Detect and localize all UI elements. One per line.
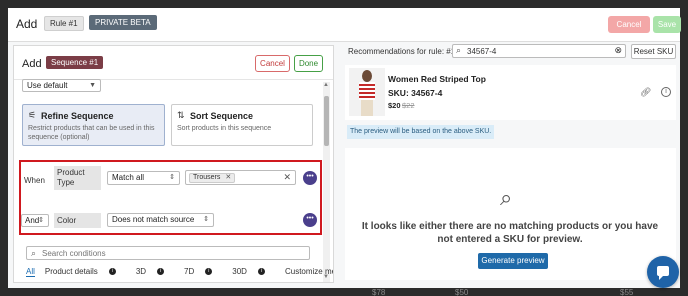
filter-icon: ⚟ [28,110,37,120]
rule-badge: Rule #1 [44,16,84,31]
sequence-panel: Add Sequence #1 Cancel Done Use default … [13,45,334,283]
remove-tag-icon[interactable]: ✕ [225,174,231,181]
chat-widget-button[interactable] [647,256,679,288]
condition-operator-value: Match all [112,173,145,182]
tab-all[interactable]: All [26,267,35,277]
condition-filter-tabs: All Product details i 3D i 7D i 30D i Customize m… [26,267,333,277]
sequence-done-button[interactable]: Done [294,55,323,72]
default-select-value: Use default [27,81,68,90]
condition-operator-value: Does not match source [112,215,195,224]
sort-sequence-card[interactable]: ⇅ Sort Sequence Sort products in this se… [171,104,313,146]
card-title: Sort Sequence [190,111,254,121]
sku-search-field[interactable]: ⌕ 34567-4 ⊗ [452,44,626,58]
rule-cancel-button[interactable]: Cancel [608,16,650,33]
modal-title: Add [16,17,38,31]
rule-modal-header: Add Rule #1 PRIVATE BETA Cancel Save [8,8,681,42]
generate-preview-button[interactable]: Generate preview [478,253,548,269]
preview-note: The preview will be based on the above S… [347,125,494,139]
updown-icon: ⇕ [169,174,175,181]
more-options-button[interactable]: ••• [303,171,317,185]
tag-label: Trousers [193,174,221,181]
search-icon: ⌕ [456,45,462,55]
scroll-up-icon[interactable]: ▲ [323,82,329,88]
background-price: $50 [455,288,469,296]
tab-3d[interactable]: 3D i [136,267,174,276]
clear-icon[interactable]: ⊗ [614,45,622,56]
tab-label: Product details [44,267,98,276]
info-icon[interactable]: i [661,87,671,97]
sequence-cancel-button[interactable]: Cancel [255,55,290,72]
tab-label: 30D [232,267,247,276]
refine-sequence-card[interactable]: ⚟ Refine Sequence Restrict products that… [22,104,165,146]
tab-7d[interactable]: 7D i [184,267,222,276]
card-description: Restrict products that can be used in th… [28,125,155,141]
tab-30d[interactable]: 30D i [232,267,275,276]
recommendations-label: Recommendations for rule: #1 [348,47,456,56]
condition-value-tagbox[interactable]: Trousers ✕ ✕ [185,170,296,185]
more-options-button[interactable]: ••• [303,213,317,227]
empty-state-message: It looks like either there are no matchi… [361,221,659,245]
card-title: Refine Sequence [41,111,114,121]
clear-icon[interactable]: ✕ [283,172,291,183]
tab-label: 3D [135,267,147,276]
sort-icon: ⇅ [177,110,185,120]
search-conditions-input[interactable] [42,248,302,258]
rule-save-button[interactable]: Save [653,16,681,33]
chat-icon [657,266,669,280]
search-icon: ⌕ [500,185,513,210]
info-icon: i [205,268,213,276]
product-card: Women Red Striped Top SKU: 34567-4 $20 $… [345,65,676,120]
product-price: $20 [388,101,401,110]
search-icon: ⌕ [31,248,37,258]
info-icon: i [108,268,116,276]
info-icon: i [157,268,165,276]
updown-icon: ⇕ [38,217,44,224]
reset-sku-button[interactable]: Reset SKU [631,44,676,59]
product-sku: SKU: 34567-4 [388,88,443,98]
tag-chip: Trousers ✕ [189,173,236,183]
background-price: $78 [372,288,386,296]
tab-product-details[interactable]: Product details i [45,267,126,276]
chevron-down-icon: ▼ [89,82,96,89]
sequence-panel-title: Add [22,58,42,70]
product-name: Women Red Striped Top [388,74,486,84]
product-image [349,68,385,116]
updown-icon: ⇕ [203,216,209,223]
default-select[interactable]: Use default ▼ [22,79,101,92]
sequence-badge: Sequence #1 [46,56,104,69]
condition-field: Product Type [54,166,101,190]
condition-connector: When [24,176,45,185]
scrollbar-thumb[interactable] [324,96,329,146]
condition-field: Color [54,213,101,228]
card-description: Sort products in this sequence [177,125,272,132]
condition-operator-select[interactable]: Does not match source ⇕ [107,213,214,227]
search-conditions-field[interactable]: ⌕ [26,246,310,260]
background-price: $55 [620,288,634,296]
info-icon: i [257,268,265,276]
condition-connector-value: And [25,216,40,225]
link-icon[interactable]: 🔗︎ [640,87,651,98]
product-original-price: $22 [402,101,415,110]
condition-connector-select[interactable]: And ⇕ [21,214,49,227]
condition-operator-select[interactable]: Match all ⇕ [107,171,180,185]
tab-customize-metrics[interactable]: Customize metrics [285,267,333,276]
sku-search-value: 34567-4 [467,47,497,56]
tab-label: 7D [184,267,195,276]
product-photo [349,68,385,116]
private-beta-badge: PRIVATE BETA [89,15,157,30]
